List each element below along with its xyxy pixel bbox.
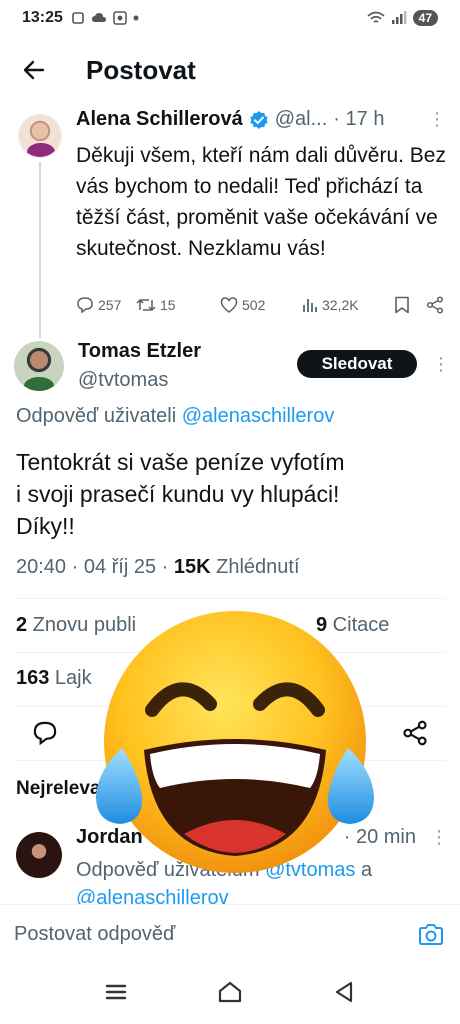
quotes-stat[interactable]: 9 Citace xyxy=(316,614,389,637)
divider xyxy=(16,760,446,761)
reply-button[interactable]: 257 xyxy=(76,296,136,314)
back-arrow-icon xyxy=(23,60,45,80)
parent-tweet-text: Děkuji všem, kteří nám dali důvěru. Bez … xyxy=(76,144,446,260)
parent-tweet-actions: 257 15 502 32,2K xyxy=(76,296,448,314)
views-icon xyxy=(303,299,317,312)
share-icon xyxy=(403,720,427,746)
reply-icon xyxy=(33,721,57,746)
avatar[interactable] xyxy=(14,341,64,391)
share-button[interactable] xyxy=(402,720,428,751)
author-name[interactable]: Tomas Etzler xyxy=(78,340,201,363)
repost-icon xyxy=(136,299,156,311)
reply-button[interactable] xyxy=(32,720,58,751)
bookmark-icon xyxy=(395,296,409,314)
like-button[interactable]: 502 xyxy=(220,296,298,314)
divider xyxy=(16,706,446,707)
reposts-count: 2 xyxy=(16,614,28,636)
page-title: Postovat xyxy=(86,54,196,85)
more-options-icon[interactable]: ⋮ xyxy=(432,354,450,375)
share-button[interactable] xyxy=(426,296,444,314)
reply-input[interactable] xyxy=(14,919,404,949)
back-nav-button[interactable] xyxy=(332,980,356,1009)
views-count: 15K xyxy=(173,556,211,578)
tweet-time: · 17 h xyxy=(333,108,385,130)
likes-count: 163 xyxy=(16,667,50,689)
status-system-icons: 47 xyxy=(367,10,438,26)
avatar[interactable] xyxy=(16,832,62,878)
reply-prefix: Odpověď uživatelům xyxy=(76,859,260,881)
like-icon xyxy=(220,297,238,313)
main-tweet-text: Tentokrát si vaše peníze vyfotím i svoji… xyxy=(16,446,446,542)
author-name[interactable]: Jordan xyxy=(76,826,143,849)
reply-connector: a xyxy=(355,859,373,881)
dot-icon xyxy=(133,15,139,21)
verified-icon xyxy=(250,110,268,129)
thread-connector xyxy=(39,162,41,338)
like-count: 502 xyxy=(242,297,266,313)
status-bar: 13:25 47 xyxy=(0,0,460,36)
status-notification-icons xyxy=(71,11,139,25)
back-nav-icon xyxy=(335,981,352,1002)
tweet-meta: 20:40 · 04 říj 25 · 15K Zhlédnutí xyxy=(16,556,300,579)
more-options-icon[interactable]: ⋮ xyxy=(428,109,446,130)
reply-prefix: Odpověď uživateli xyxy=(16,405,177,427)
screen-capture-icon xyxy=(113,11,127,25)
share-icon xyxy=(426,296,444,314)
back-button[interactable] xyxy=(14,50,54,90)
reposts-label: Znovu publi xyxy=(27,614,137,636)
signal-icon xyxy=(391,11,407,24)
tweet-text-line: i svoji prasečí kundu vy hlupáci! xyxy=(16,481,340,507)
wifi-icon xyxy=(367,11,385,23)
battery-indicator: 47 xyxy=(412,10,438,26)
follow-button[interactable]: Sledovat xyxy=(297,350,417,378)
likes-label: Lajk xyxy=(49,667,92,689)
menu-nav-button[interactable] xyxy=(104,982,128,1007)
repost-count: 15 xyxy=(160,297,176,313)
reply-context: Odpověď uživateli @alenaschillerov xyxy=(16,405,334,428)
cloud-icon xyxy=(91,13,106,22)
top-app-bar: Postovat xyxy=(0,44,460,96)
tweet-time: · 20 min xyxy=(343,826,416,848)
reply-header: Jordan · 20 min ⋮ xyxy=(76,826,448,849)
views-button[interactable]: 32,2K xyxy=(302,297,384,313)
reposts-stat[interactable]: 2 Znovu publi xyxy=(16,614,136,636)
menu-icon xyxy=(106,984,127,999)
camera-icon xyxy=(419,924,443,945)
reply-context: Odpověď uživatelům @tvtomas a @alenaschi… xyxy=(76,856,448,904)
system-nav-bar xyxy=(0,964,460,1024)
reply-composer xyxy=(0,904,460,962)
reply-icon xyxy=(77,297,93,314)
quotes-label: Citace xyxy=(327,614,390,636)
reply-count: 257 xyxy=(98,297,122,313)
more-options-icon[interactable]: ⋮ xyxy=(430,827,448,848)
camera-button[interactable] xyxy=(418,923,444,952)
divider xyxy=(16,598,446,599)
likes-stat[interactable]: 163 Lajk xyxy=(16,667,92,690)
tweet-timestamp[interactable]: 20:40 · 04 říj 25 · xyxy=(16,556,174,578)
home-nav-button[interactable] xyxy=(217,980,243,1009)
bookmark-button[interactable] xyxy=(394,296,410,314)
replies-sort-label[interactable]: Nejreleva xyxy=(16,778,101,800)
author-handle: @al... xyxy=(274,108,328,130)
mention-link[interactable]: @alenaschillerov xyxy=(182,405,335,427)
views-label: Zhlédnutí xyxy=(210,556,300,578)
author-name[interactable]: Alena Schillerová xyxy=(76,108,243,131)
divider xyxy=(16,652,446,653)
notification-icon xyxy=(72,12,84,24)
tweet-text-line: Tentokrát si vaše peníze vyfotím xyxy=(16,449,345,475)
engagement-stats: 2 Znovu publi 9 Citace xyxy=(16,614,446,637)
repost-button[interactable]: 15 xyxy=(136,296,206,314)
home-icon xyxy=(218,981,242,1002)
author-handle: @tvtomas xyxy=(78,369,169,391)
views-count: 32,2K xyxy=(322,297,359,313)
mention-link[interactable]: @alenaschillerov xyxy=(76,887,229,904)
mention-link[interactable]: @tvtomas xyxy=(265,859,355,881)
avatar[interactable] xyxy=(18,114,62,158)
quotes-count: 9 xyxy=(316,614,328,636)
tweet-text-line: Díky!! xyxy=(16,513,75,539)
main-tweet-actions xyxy=(32,720,432,748)
parent-tweet-header: Alena Schillerová @al... · 17 h ⋮ xyxy=(76,108,446,131)
status-time: 13:25 xyxy=(22,9,63,26)
